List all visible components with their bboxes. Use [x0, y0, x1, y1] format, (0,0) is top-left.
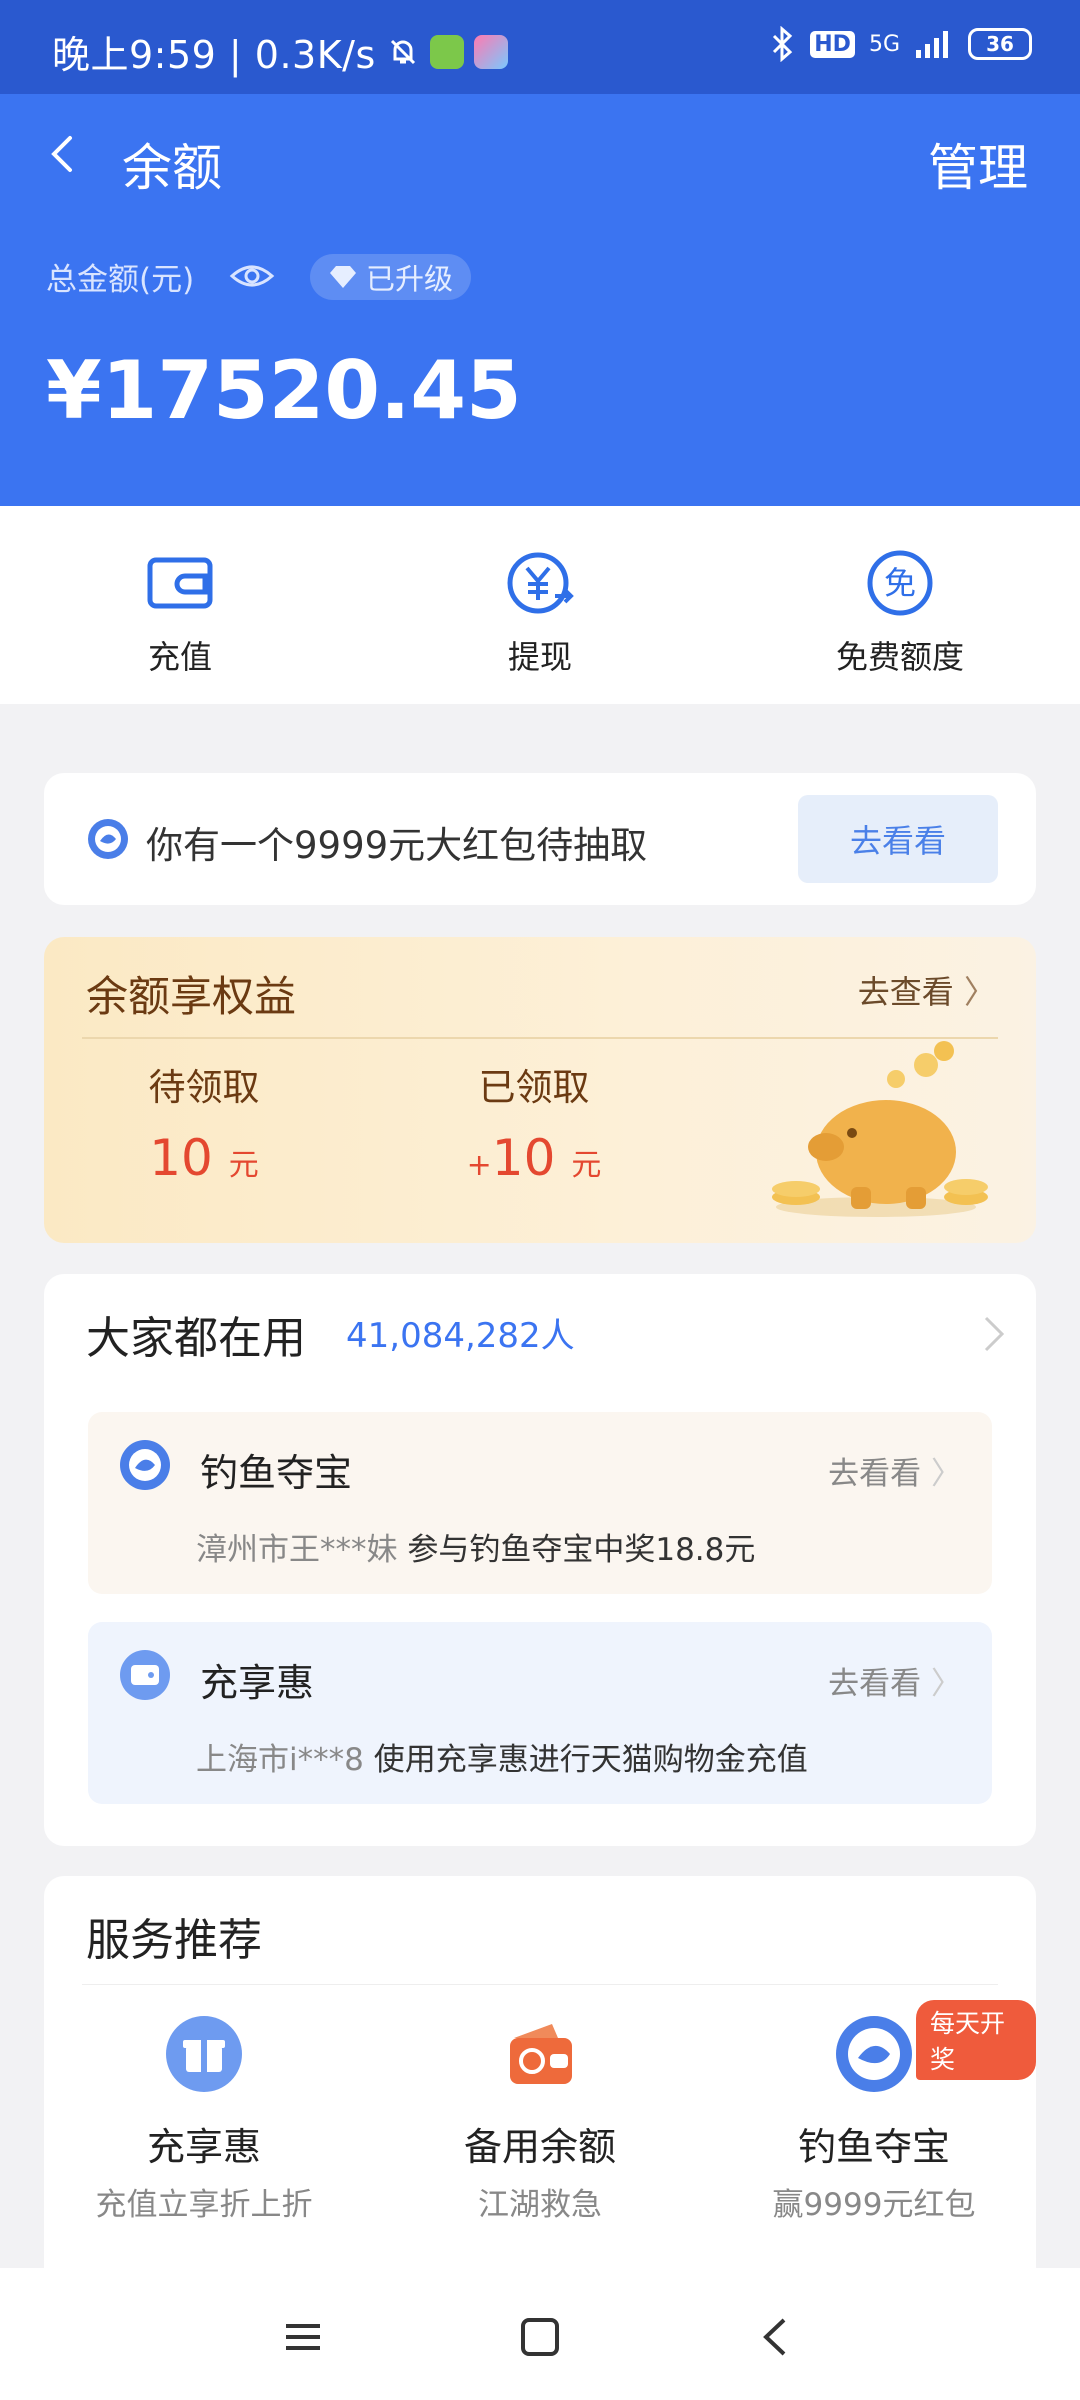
divider — [82, 1984, 998, 1985]
svg-text:免: 免 — [884, 564, 916, 602]
rights-link-label: 去查看 — [857, 973, 954, 1011]
free-quota-icon: 免 — [867, 550, 933, 616]
balance-amount: ¥17520.45 — [46, 344, 522, 437]
rights-view-link[interactable]: 去查看 〉 — [858, 967, 996, 1013]
pending-value: 10 元 — [114, 1129, 294, 1187]
fishing-icon — [120, 1440, 170, 1490]
item-user: 漳州市王***妹 — [196, 1532, 398, 1568]
service-recharge-discount[interactable]: 充享惠 充值立享折上折 — [54, 2014, 354, 2224]
piggy-bank-icon — [772, 1041, 988, 1217]
network-label: 5G — [868, 31, 900, 57]
status-bar: 晚上9:59 | 0.3K/s HD 5G 36 — [0, 0, 1080, 94]
chevron-right-icon: 〉 — [931, 1666, 962, 1702]
popular-user-count: 41,084,282人 — [346, 1316, 575, 1356]
item-user: 上海市i***8 — [196, 1742, 364, 1778]
rights-title: 余额享权益 — [86, 972, 297, 1021]
promo-go-button[interactable]: 去看看 — [798, 795, 998, 883]
fishing-icon — [836, 2016, 912, 2092]
pending-unit: 元 — [228, 1148, 259, 1183]
backup-wallet-icon — [510, 2024, 572, 2084]
battery-level: 36 — [986, 32, 1014, 56]
received-prefix: + — [466, 1148, 492, 1183]
pending-amount: 10 — [149, 1129, 213, 1187]
bluetooth-icon — [773, 26, 793, 62]
home-icon[interactable] — [515, 2312, 565, 2362]
service-desc: 江湖救急 — [478, 2187, 602, 2223]
chevron-right-icon: 〉 — [931, 1456, 962, 1492]
gift-icon — [166, 2016, 242, 2092]
total-amount-label: 总金额(元) — [46, 262, 195, 298]
diamond-icon — [330, 266, 356, 288]
item-go-label: 去看看 — [828, 1666, 922, 1702]
received-unit: 元 — [571, 1148, 602, 1183]
promo-text: 你有一个9999元大红包待抽取 — [146, 824, 648, 867]
menu-icon[interactable] — [278, 2312, 328, 2362]
back-arrow-icon[interactable] — [44, 134, 84, 174]
free-quota-button[interactable]: 免 免费额度 — [800, 548, 1000, 678]
status-left: 晚上9:59 | 0.3K/s — [52, 24, 508, 79]
system-nav-bar — [0, 2268, 1080, 2400]
list-item-recharge-discount[interactable]: 充享惠 去看看 〉 上海市i***8 使用充享惠进行天猫购物金充值 — [88, 1622, 992, 1804]
popular-title: 大家都在用 — [86, 1313, 306, 1364]
service-desc: 赢9999元红包 — [772, 2187, 976, 2223]
recharge-button[interactable]: 充值 — [80, 548, 280, 678]
withdraw-button[interactable]: 提现 — [440, 548, 640, 678]
chevron-right-icon[interactable] — [982, 1314, 1006, 1354]
back-icon[interactable] — [752, 2312, 802, 2362]
item-desc: 上海市i***8 使用充享惠进行天猫购物金充值 — [196, 1734, 808, 1779]
free-quota-label: 免费额度 — [835, 638, 964, 676]
service-desc: 充值立享折上折 — [95, 2187, 313, 2223]
item-name: 充享惠 — [200, 1661, 315, 1705]
status-time: 晚上9:59 | 0.3K/s — [52, 33, 376, 77]
upgrade-badge[interactable]: 已升级 — [310, 254, 472, 300]
received-label: 已领取 — [478, 1066, 590, 1109]
upgrade-label: 已升级 — [366, 262, 454, 296]
received-value: +10 元 — [434, 1129, 634, 1187]
download-app-icon — [429, 34, 464, 69]
popular-services-card: 大家都在用 41,084,282人 钓鱼夺宝 去看看 〉 漳州市王***妹 参与… — [44, 1274, 1036, 1846]
mute-bell-icon — [390, 39, 415, 64]
item-activity: 参与钓鱼夺宝中奖18.8元 — [407, 1532, 756, 1568]
item-go-label: 去看看 — [828, 1456, 922, 1492]
received-rights: 已领取 +10 元 — [434, 1057, 634, 1187]
item-name: 钓鱼夺宝 — [200, 1451, 353, 1495]
recharge-label: 充值 — [147, 638, 212, 676]
hd-icon: HD — [810, 30, 855, 58]
services-title: 服务推荐 — [86, 1915, 262, 1966]
balance-header: 余额 管理 总金额(元) 已升级 ¥17520.45 — [0, 94, 1080, 506]
pending-label: 待领取 — [148, 1066, 260, 1109]
service-name: 备用余额 — [463, 2125, 616, 2169]
signal-icon — [916, 31, 948, 58]
service-name: 钓鱼夺宝 — [797, 2125, 950, 2169]
eye-icon[interactable] — [228, 252, 276, 300]
battery-icon: 36 — [968, 28, 1032, 60]
manage-button[interactable]: 管理 — [928, 128, 1028, 200]
status-right: HD 5G 36 — [770, 26, 1032, 62]
withdraw-icon — [507, 552, 574, 614]
wallet-icon — [120, 1650, 170, 1700]
item-activity: 使用充享惠进行天猫购物金充值 — [373, 1742, 808, 1778]
item-desc: 漳州市王***妹 参与钓鱼夺宝中奖18.8元 — [196, 1524, 755, 1569]
list-item-fishing[interactable]: 钓鱼夺宝 去看看 〉 漳州市王***妹 参与钓鱼夺宝中奖18.8元 — [88, 1412, 992, 1594]
page-title: 余额 — [122, 139, 222, 197]
withdraw-label: 提现 — [507, 638, 572, 676]
wallet-icon — [147, 557, 213, 609]
service-name: 充享惠 — [146, 2125, 261, 2169]
service-backup-balance[interactable]: 备用余额 江湖救急 — [390, 2014, 690, 2224]
item-go-link[interactable]: 去看看 〉 — [828, 1658, 962, 1703]
chevron-right-icon: 〉 — [963, 973, 996, 1011]
game-app-icon — [473, 34, 508, 69]
pending-rights: 待领取 10 元 — [114, 1057, 294, 1187]
red-packet-promo[interactable]: 你有一个9999元大红包待抽取 去看看 — [44, 773, 1036, 905]
received-amount: 10 — [491, 1129, 556, 1187]
quick-actions: 充值 提现 免 免费额度 — [0, 506, 1080, 704]
service-recommend-card: 服务推荐 每天开奖 充享惠 充值立享折上折 备用余额 江湖救急 钓鱼夺宝 赢99… — [44, 1876, 1036, 2296]
item-go-link[interactable]: 去看看 〉 — [828, 1448, 962, 1493]
balance-rights-card[interactable]: 余额享权益 去查看 〉 待领取 10 元 已领取 +10 元 — [44, 937, 1036, 1243]
fishing-icon — [88, 819, 128, 859]
service-fishing[interactable]: 钓鱼夺宝 赢9999元红包 — [724, 2014, 1024, 2224]
